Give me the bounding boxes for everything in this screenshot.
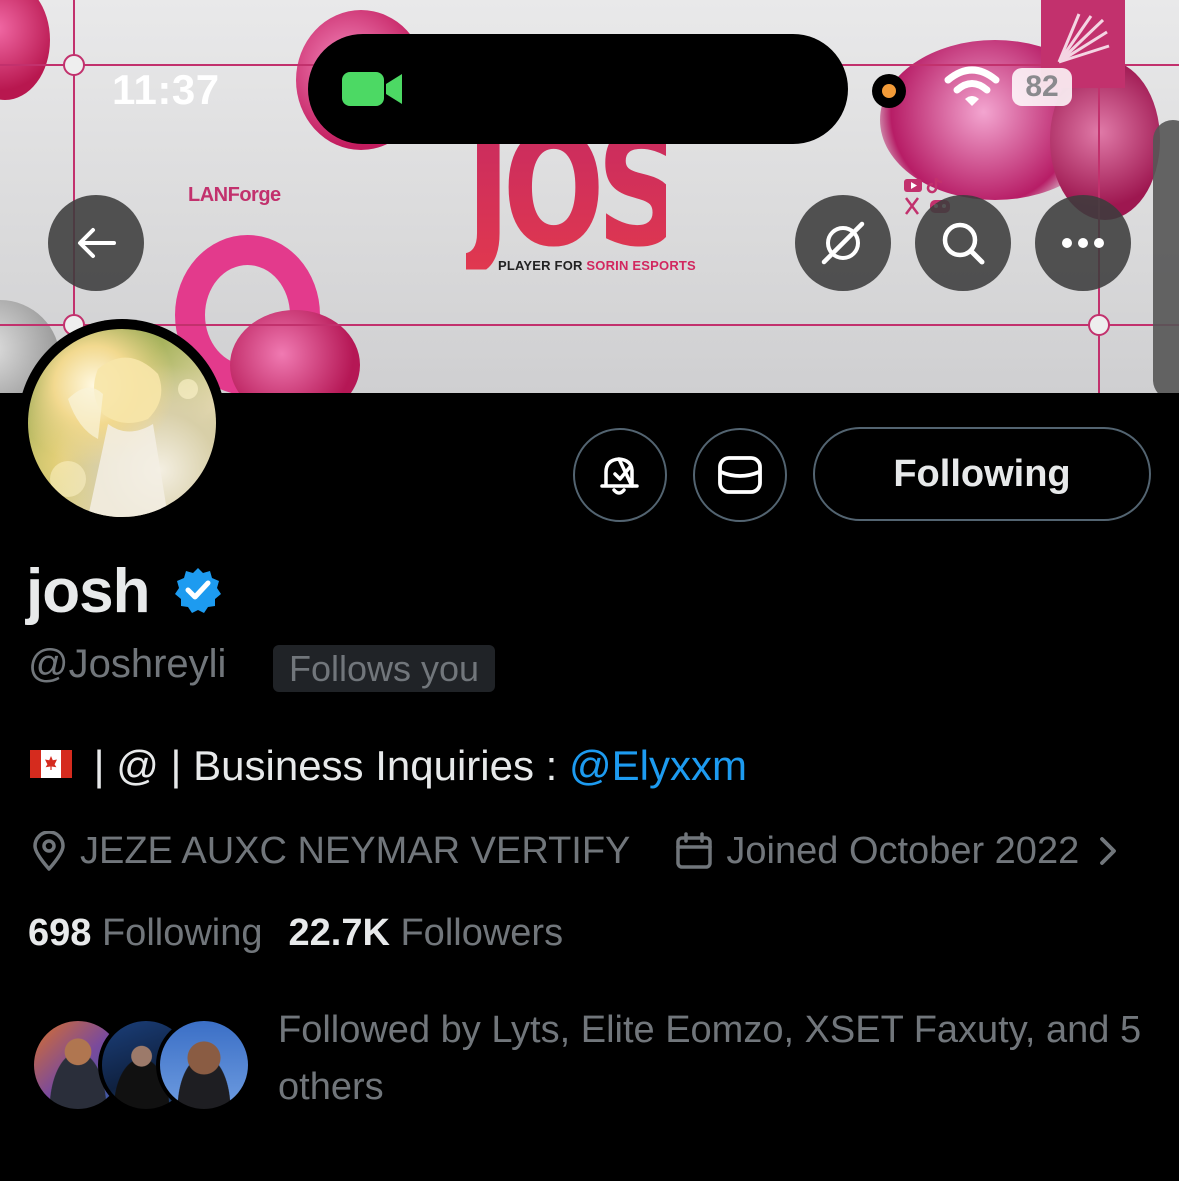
privacy-indicator-dot: [872, 74, 906, 108]
chevron-right-icon[interactable]: [1093, 834, 1123, 868]
joined-date: Joined October 2022: [726, 829, 1080, 872]
more-icon: [1062, 238, 1104, 248]
display-name: josh: [26, 557, 150, 626]
profile-meta-row: JEZE AUXC NEYMAR VERTIFY Joined October …: [30, 826, 1123, 876]
followers-label: Followers: [400, 912, 564, 954]
banner-frame-line: [0, 324, 1179, 326]
following-button[interactable]: Following: [813, 427, 1151, 521]
grok-button[interactable]: [795, 195, 891, 291]
banner-frame-node: [1088, 314, 1110, 336]
dynamic-island[interactable]: [308, 34, 848, 144]
following-count: 698: [28, 912, 92, 954]
search-button[interactable]: [915, 195, 1011, 291]
profile-avatar-frame[interactable]: [18, 319, 226, 527]
user-handle: @Joshreyli: [28, 642, 227, 686]
avatar-illustration: [50, 357, 198, 517]
profile-bio: | @ | Business Inquiries : @Elyxxm: [30, 742, 747, 790]
location-pin-icon: [33, 831, 65, 871]
verified-badge-icon[interactable]: [174, 566, 222, 614]
follow-stats: 698 Following 22.7K Followers: [28, 912, 563, 955]
more-options-button[interactable]: [1035, 195, 1131, 291]
followers-stat[interactable]: 22.7K Followers: [289, 912, 564, 954]
arrow-left-icon: [78, 228, 116, 258]
banner-subtitle-team: SORIN ESPORTS: [586, 258, 696, 273]
profile-location: JEZE AUXC NEYMAR VERTIFY: [80, 829, 631, 872]
canada-flag-icon: [30, 750, 72, 778]
wifi-icon: [944, 66, 1000, 106]
mutual-follower-avatar[interactable]: [156, 1017, 252, 1113]
followed-by-text[interactable]: Followed by Lyts, Elite Eomzo, XSET Faxu…: [278, 1002, 1158, 1116]
banner-blob: [0, 0, 50, 100]
back-button[interactable]: [48, 195, 144, 291]
grok-icon: [821, 221, 865, 265]
bio-text: | @ | Business Inquiries :: [82, 742, 569, 789]
notifications-button[interactable]: [573, 428, 667, 522]
bell-check-icon: [600, 457, 639, 495]
banner-subtitle: PLAYER FOR SORIN ESPORTS: [498, 258, 696, 273]
side-scroll-handle[interactable]: [1153, 120, 1179, 393]
avatar[interactable]: [28, 329, 216, 517]
status-time: 11:37: [112, 66, 220, 113]
banner-subtitle-prefix: PLAYER FOR: [498, 258, 587, 273]
following-stat[interactable]: 698 Following: [28, 912, 263, 954]
calendar-icon: [676, 832, 713, 869]
bio-mention-link[interactable]: @Elyxxm: [569, 742, 747, 789]
video-camera-icon: [342, 72, 402, 106]
banner-brand-logo: LANForge: [188, 184, 281, 206]
banner-frame-node: [63, 54, 85, 76]
battery-level: 82: [1012, 68, 1072, 106]
following-label: Following: [101, 912, 263, 954]
message-button[interactable]: [693, 428, 787, 522]
followers-count: 22.7K: [288, 912, 390, 954]
search-icon: [942, 222, 985, 265]
follows-you-badge: Follows you: [273, 645, 496, 692]
envelope-icon: [718, 456, 762, 494]
